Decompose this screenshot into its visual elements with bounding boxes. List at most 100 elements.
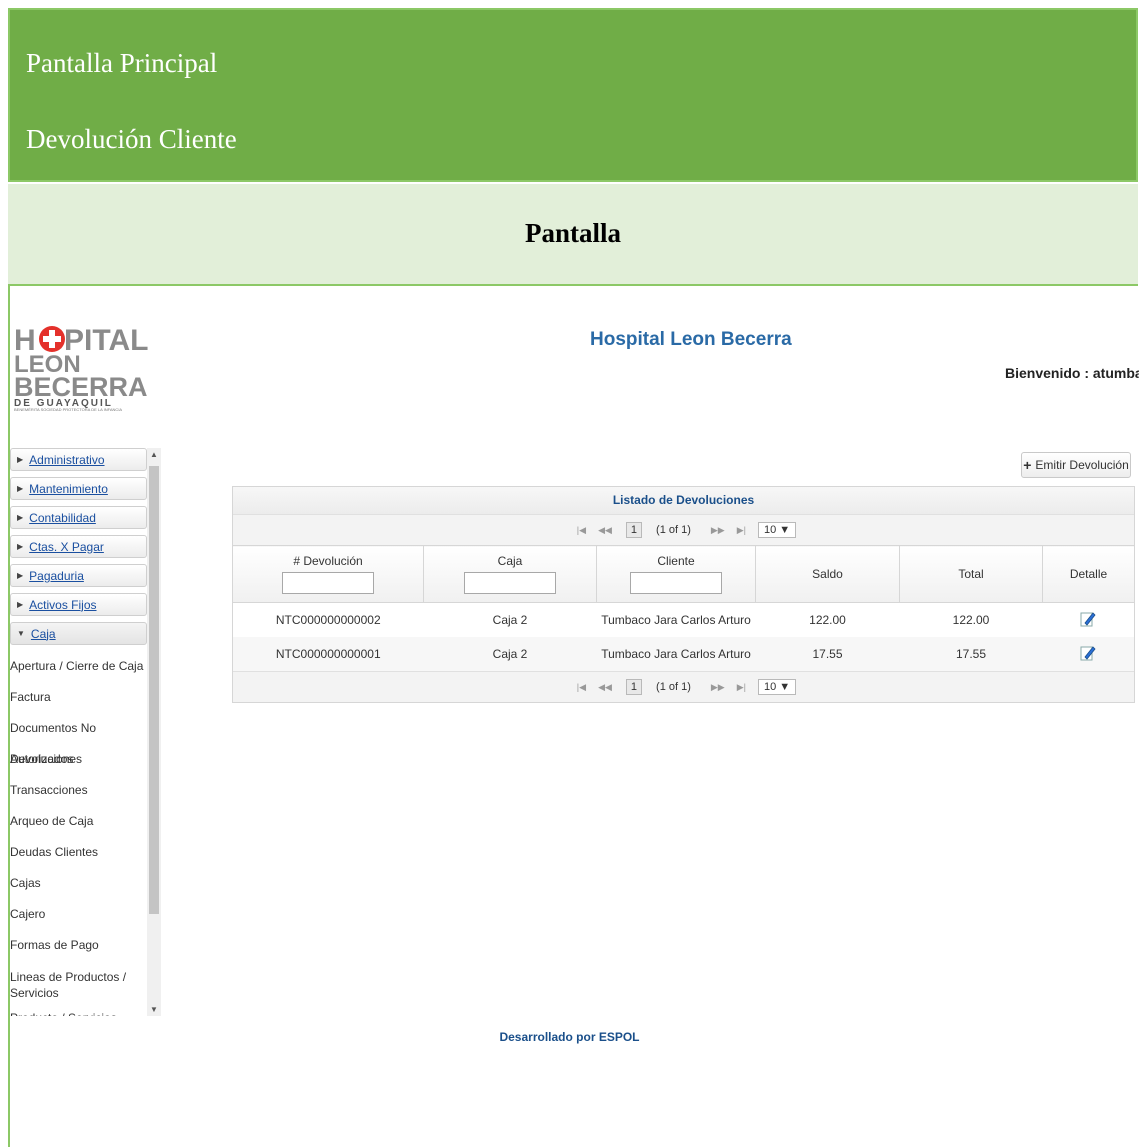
paginator-top: |◀ ◀◀ 1 (1 of 1) ▶▶ ▶| 10 ▼ xyxy=(233,514,1134,545)
footer-credit: Desarrollado por ESPOL xyxy=(499,1030,640,1044)
doc-heading-main: Pantalla Principal xyxy=(26,48,218,78)
page-info: (1 of 1) xyxy=(656,524,691,536)
column-label: Saldo xyxy=(812,567,843,581)
submenu-apertura-cierre[interactable]: Apertura / Cierre de Caja xyxy=(10,651,147,682)
document-frame: Pantalla Principal Devolución Cliente Pa… xyxy=(0,0,1139,1147)
submenu-arqueo-de-caja[interactable]: Arqueo de Caja xyxy=(10,806,147,837)
table-row[interactable]: NTC000000000001 Caja 2 Tumbaco Jara Carl… xyxy=(233,637,1134,671)
devolucion-filter-input[interactable] xyxy=(282,572,374,594)
cell-detalle xyxy=(1043,603,1135,638)
section-header: Pantalla xyxy=(8,182,1138,286)
sidebar-scrollbar[interactable]: ▲ ▼ xyxy=(147,448,161,1016)
prev-page-button[interactable]: ◀◀ xyxy=(598,525,612,536)
column-header-saldo[interactable]: Saldo xyxy=(755,545,900,603)
last-page-button[interactable]: ▶| xyxy=(737,525,746,536)
scroll-down-icon[interactable]: ▼ xyxy=(150,1005,158,1014)
page-info: (1 of 1) xyxy=(656,681,691,693)
menu-label: Activos Fijos xyxy=(29,597,97,612)
cell-devolucion: NTC000000000002 xyxy=(275,613,381,627)
cell-cliente: Tumbaco Jara Carlos Arturo xyxy=(601,613,751,627)
first-page-button[interactable]: |◀ xyxy=(577,525,586,536)
cell-saldo: 122.00 xyxy=(809,613,846,627)
rows-per-page-select[interactable]: 10 ▼ xyxy=(758,522,797,538)
menu-label: Ctas. X Pagar xyxy=(29,539,104,554)
caret-right-icon: ▶ xyxy=(17,455,24,464)
plus-icon: + xyxy=(1023,457,1032,473)
site-title: Hospital Leon Becerra xyxy=(590,329,792,350)
menu-item-mantenimiento[interactable]: ▶ Mantenimiento xyxy=(10,477,147,500)
submenu-cajero[interactable]: Cajero xyxy=(10,899,147,930)
cell-cliente: Tumbaco Jara Carlos Arturo xyxy=(596,637,756,671)
table-row[interactable]: NTC000000000002 Caja 2 Tumbaco Jara Carl… xyxy=(233,603,1134,638)
caret-right-icon: ▶ xyxy=(17,513,24,522)
cell-total: 122.00 xyxy=(952,613,990,627)
menu-label: Caja xyxy=(30,626,56,641)
cell-total: 17.55 xyxy=(899,637,1043,671)
cell-devolucion: NTC000000000001 xyxy=(233,637,424,671)
submenu-documentos-no-autorizados[interactable]: Documentos No Autorizados xyxy=(10,713,147,766)
logo-text-subtitle: BENEMÉRITA SOCIEDAD PROTECTORA DE LA INF… xyxy=(14,407,122,412)
menu-item-caja[interactable]: ▼ Caja xyxy=(10,622,147,645)
scrollbar-thumb[interactable] xyxy=(149,466,159,914)
caret-right-icon: ▶ xyxy=(17,542,24,551)
submenu-transacciones[interactable]: Transacciones xyxy=(10,775,147,806)
section-title: Pantalla xyxy=(524,218,621,248)
next-page-button[interactable]: ▶▶ xyxy=(711,525,725,536)
column-header-detalle: Detalle xyxy=(1042,545,1134,603)
devoluciones-datatable: Listado de Devoluciones |◀ ◀◀ 1 (1 of 1)… xyxy=(232,486,1135,703)
submenu-cajas[interactable]: Cajas xyxy=(10,868,147,899)
caret-right-icon: ▶ xyxy=(17,484,24,493)
first-page-button[interactable]: |◀ xyxy=(577,682,586,693)
column-header-cliente: Cliente xyxy=(596,545,756,603)
emit-devolucion-button[interactable]: + Emitir Devolución xyxy=(1021,452,1131,478)
sidebar-menu: ▶ Administrativo ▶ Mantenimiento ▶ Contabil… xyxy=(10,448,161,1016)
cell-caja: Caja 2 xyxy=(492,613,528,627)
column-header-total[interactable]: Total xyxy=(899,545,1043,603)
column-label: Caja xyxy=(497,554,523,568)
column-label: Detalle xyxy=(1069,567,1108,581)
cell-caja: Caja 2 xyxy=(423,637,597,671)
next-page-button[interactable]: ▶▶ xyxy=(711,682,725,693)
caret-right-icon: ▶ xyxy=(17,600,24,609)
edit-icon[interactable] xyxy=(1079,644,1097,662)
menu-item-ctas-x-pagar[interactable]: ▶ Ctas. X Pagar xyxy=(10,535,147,558)
submenu-devoluciones[interactable]: Devoluciones xyxy=(10,744,147,775)
submenu-lineas-productos[interactable]: Lineas de Productos / Servicios xyxy=(10,961,147,1003)
page-number-button[interactable]: 1 xyxy=(625,679,643,695)
column-label: Cliente xyxy=(657,554,695,568)
caret-right-icon: ▶ xyxy=(17,571,24,580)
column-header-devolucion: # Devolución xyxy=(233,545,424,603)
cell-saldo: 17.55 xyxy=(755,637,900,671)
emit-devolucion-label: Emitir Devolución xyxy=(1035,458,1129,472)
menu-label: Mantenimiento xyxy=(29,481,108,496)
menu-label: Administrativo xyxy=(29,452,105,467)
scroll-up-icon[interactable]: ▲ xyxy=(150,450,158,459)
hospital-logo: H SPITAL LEON BECERRA DE GUAYAQUIL BENEM… xyxy=(14,324,148,412)
last-page-button[interactable]: ▶| xyxy=(737,682,746,693)
submenu-formas-de-pago[interactable]: Formas de Pago xyxy=(10,930,147,961)
table-header-row: # Devolución Caja Cliente Saldo Total De… xyxy=(233,545,1134,603)
column-header-caja: Caja xyxy=(423,545,597,603)
column-label: # Devolución xyxy=(293,554,363,568)
menu-item-administrativo[interactable]: ▶ Administrativo xyxy=(10,448,147,471)
document-header: Pantalla Principal Devolución Cliente xyxy=(8,8,1138,182)
submenu-deudas-clientes[interactable]: Deudas Clientes xyxy=(10,837,147,868)
paginator-bottom: |◀ ◀◀ 1 (1 of 1) ▶▶ ▶| 10 ▼ xyxy=(233,671,1134,702)
menu-item-contabilidad[interactable]: ▶ Contabilidad xyxy=(10,506,147,529)
doc-heading-sub: Devolución Cliente xyxy=(26,124,237,154)
caja-filter-input[interactable] xyxy=(464,572,556,594)
menu-item-activos-fijos[interactable]: ▶ Activos Fijos xyxy=(10,593,147,616)
menu-item-pagaduria[interactable]: ▶ Pagaduria xyxy=(10,564,147,587)
red-cross-icon xyxy=(39,326,65,352)
submenu-producto-servicios[interactable]: Producto / Servicios xyxy=(10,1003,147,1016)
welcome-text: Bienvenido : atumbac xyxy=(1005,365,1139,381)
cliente-filter-input[interactable] xyxy=(630,572,722,594)
page-number-button[interactable]: 1 xyxy=(625,522,643,538)
menu-label: Contabilidad xyxy=(29,510,96,525)
devoluciones-table: # Devolución Caja Cliente Saldo Total De… xyxy=(233,545,1134,671)
cell-detalle xyxy=(1042,637,1134,671)
edit-icon[interactable] xyxy=(1079,610,1097,628)
submenu-factura[interactable]: Factura xyxy=(10,682,147,713)
prev-page-button[interactable]: ◀◀ xyxy=(598,682,612,693)
rows-per-page-select[interactable]: 10 ▼ xyxy=(758,679,797,695)
